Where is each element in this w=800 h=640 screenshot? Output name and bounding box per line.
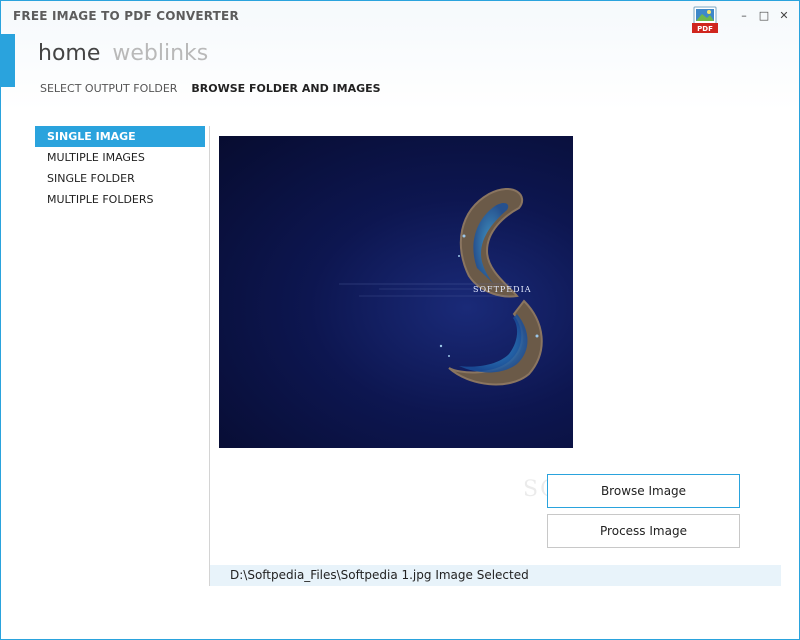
process-image-button[interactable]: Process Image <box>547 514 740 548</box>
mode-menu: SINGLE IMAGE MULTIPLE IMAGES SINGLE FOLD… <box>35 126 205 210</box>
status-bar: D:\Softpedia_Files\Softpedia 1.jpg Image… <box>210 565 781 586</box>
menu-item-multiple-folders[interactable]: MULTIPLE FOLDERS <box>35 189 205 210</box>
preview-caption: SOFTPEDIA <box>473 285 532 294</box>
accent-bar <box>1 34 15 87</box>
tab-browse-folder-and-images[interactable]: BROWSE FOLDER AND IMAGES <box>191 82 380 95</box>
tab-home[interactable]: home <box>38 41 100 66</box>
window-controls: – □ ✕ <box>737 9 791 23</box>
image-preview: SOFTPEDIA <box>219 136 573 448</box>
close-icon[interactable]: ✕ <box>777 9 791 23</box>
menu-item-multiple-images[interactable]: MULTIPLE IMAGES <box>35 147 205 168</box>
maximize-icon[interactable]: □ <box>757 9 771 23</box>
menu-item-single-folder[interactable]: SINGLE FOLDER <box>35 168 205 189</box>
menu-item-single-image[interactable]: SINGLE IMAGE <box>35 126 205 147</box>
sub-nav: SELECT OUTPUT FOLDER BROWSE FOLDER AND I… <box>40 82 381 95</box>
browse-image-button[interactable]: Browse Image <box>547 474 740 508</box>
minimize-icon[interactable]: – <box>737 9 751 23</box>
tab-weblinks[interactable]: weblinks <box>112 41 208 66</box>
vertical-divider <box>209 126 210 586</box>
main-nav: home weblinks <box>38 41 208 66</box>
pdf-badge-label: PDF <box>697 25 713 33</box>
pdf-app-icon: PDF <box>691 6 721 34</box>
tab-select-output-folder[interactable]: SELECT OUTPUT FOLDER <box>40 82 177 95</box>
app-window: FREE IMAGE TO PDF CONVERTER PDF – □ ✕ ho… <box>0 0 800 640</box>
window-title: FREE IMAGE TO PDF CONVERTER <box>13 9 239 23</box>
status-text: D:\Softpedia_Files\Softpedia 1.jpg Image… <box>230 568 529 582</box>
